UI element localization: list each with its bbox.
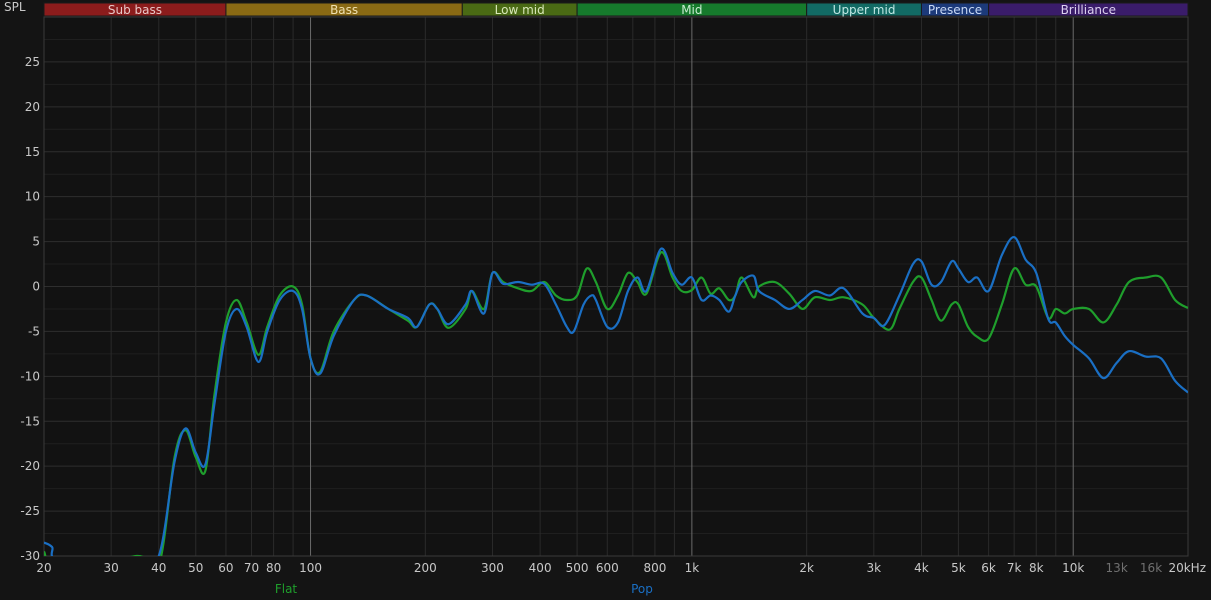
y-tick-label: 10 xyxy=(25,190,40,204)
y-tick-label: -5 xyxy=(28,324,40,338)
y-tick-label: 15 xyxy=(25,145,40,159)
x-tick-label: 40 xyxy=(151,561,166,575)
x-tick-label: 70 xyxy=(244,561,259,575)
x-axis-ticks: 20 30 40 50 60 70 80 100 200 300 400 500 600 800 1k 2k 3… xyxy=(36,561,1206,575)
y-tick-label: -15 xyxy=(20,414,40,428)
chart-container: Sub bass Bass Low mid Mid Upper mid Presence B… xyxy=(0,0,1211,600)
band-label: Presence xyxy=(928,3,982,17)
x-tick-label: 3k xyxy=(867,561,882,575)
x-tick-label: 7k xyxy=(1007,561,1022,575)
frequency-response-chart: Sub bass Bass Low mid Mid Upper mid Presence B… xyxy=(4,0,1206,596)
legend: Flat Pop xyxy=(275,582,653,596)
x-tick-label: 20kHz xyxy=(1168,561,1206,575)
x-tick-label: 800 xyxy=(643,561,666,575)
x-tick-label: 4k xyxy=(914,561,929,575)
band-label: Sub bass xyxy=(108,3,162,17)
x-tick-label: 600 xyxy=(596,561,619,575)
band-label: Upper mid xyxy=(833,3,896,17)
x-tick-label: 500 xyxy=(566,561,589,575)
y-tick-label: 5 xyxy=(32,235,40,249)
x-tick-label: 6k xyxy=(981,561,996,575)
x-tick-label: 8k xyxy=(1029,561,1044,575)
x-tick-label: 50 xyxy=(188,561,203,575)
x-tick-label: 10k xyxy=(1062,561,1084,575)
band-label: Mid xyxy=(681,3,702,17)
y-tick-label: 20 xyxy=(25,100,40,114)
frequency-bands: Sub bass Bass Low mid Mid Upper mid Presence B… xyxy=(43,2,1189,17)
band-label: Bass xyxy=(330,3,358,17)
y-tick-label: -10 xyxy=(20,369,40,383)
x-tick-label: 400 xyxy=(529,561,552,575)
x-tick-label: 1k xyxy=(685,561,700,575)
x-tick-label: 60 xyxy=(218,561,233,575)
x-tick-label: 100 xyxy=(299,561,322,575)
x-tick-label: 2k xyxy=(799,561,814,575)
legend-item-pop: Pop xyxy=(631,582,653,596)
band-label: Low mid xyxy=(495,3,545,17)
legend-item-flat: Flat xyxy=(275,582,298,596)
x-tick-label: 20 xyxy=(36,561,51,575)
band-label: Brilliance xyxy=(1061,3,1116,17)
x-tick-label: 80 xyxy=(266,561,281,575)
x-tick-label: 300 xyxy=(481,561,504,575)
x-tick-label: 16k xyxy=(1140,561,1162,575)
y-tick-label: -25 xyxy=(20,504,40,518)
y-axis-label: SPL xyxy=(4,0,26,14)
y-tick-label: 0 xyxy=(32,280,40,294)
x-tick-label: 200 xyxy=(414,561,437,575)
y-axis-ticks: -30-25-20-15-10-50510152025 xyxy=(20,55,40,563)
x-tick-label: 30 xyxy=(104,561,119,575)
x-tick-label: 13k xyxy=(1106,561,1128,575)
x-tick-label: 5k xyxy=(951,561,966,575)
y-tick-label: 25 xyxy=(25,55,40,69)
y-tick-label: -20 xyxy=(20,459,40,473)
